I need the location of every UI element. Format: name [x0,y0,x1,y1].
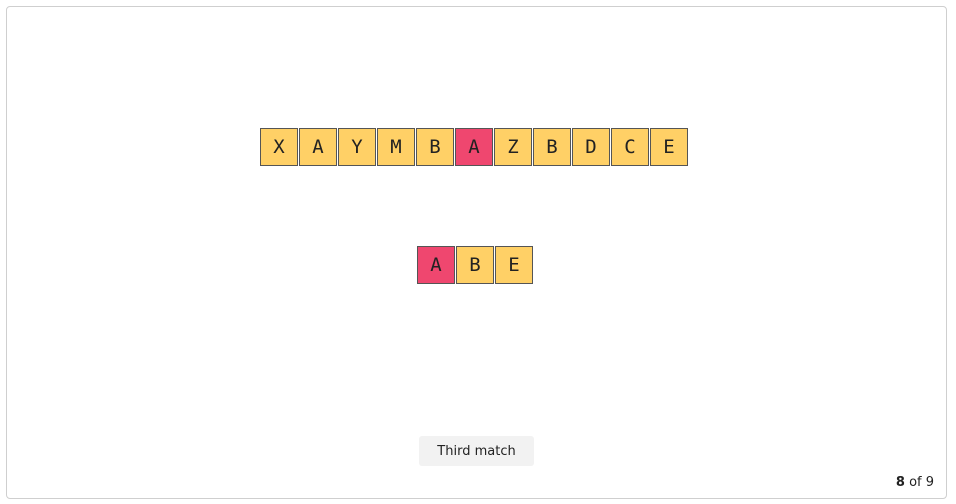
pattern-sequence: ABE [417,246,534,284]
text-cell: Y [338,128,376,166]
text-cell: D [572,128,610,166]
text-cell: X [260,128,298,166]
step-counter: 8 of 9 [896,475,934,490]
text-cell: B [416,128,454,166]
total-steps: of 9 [909,475,934,490]
pattern-cell: A [417,246,455,284]
text-sequence: XAYMBAZBDCE [260,128,689,166]
text-cell: Z [494,128,532,166]
text-cell: E [650,128,688,166]
pattern-cell: B [456,246,494,284]
text-cell: A [299,128,337,166]
pattern-cell: E [495,246,533,284]
text-cell: C [611,128,649,166]
current-step: 8 [895,475,905,490]
text-cell: A [455,128,493,166]
text-cell: B [533,128,571,166]
step-button[interactable]: Third match [419,436,534,466]
text-cell: M [377,128,415,166]
